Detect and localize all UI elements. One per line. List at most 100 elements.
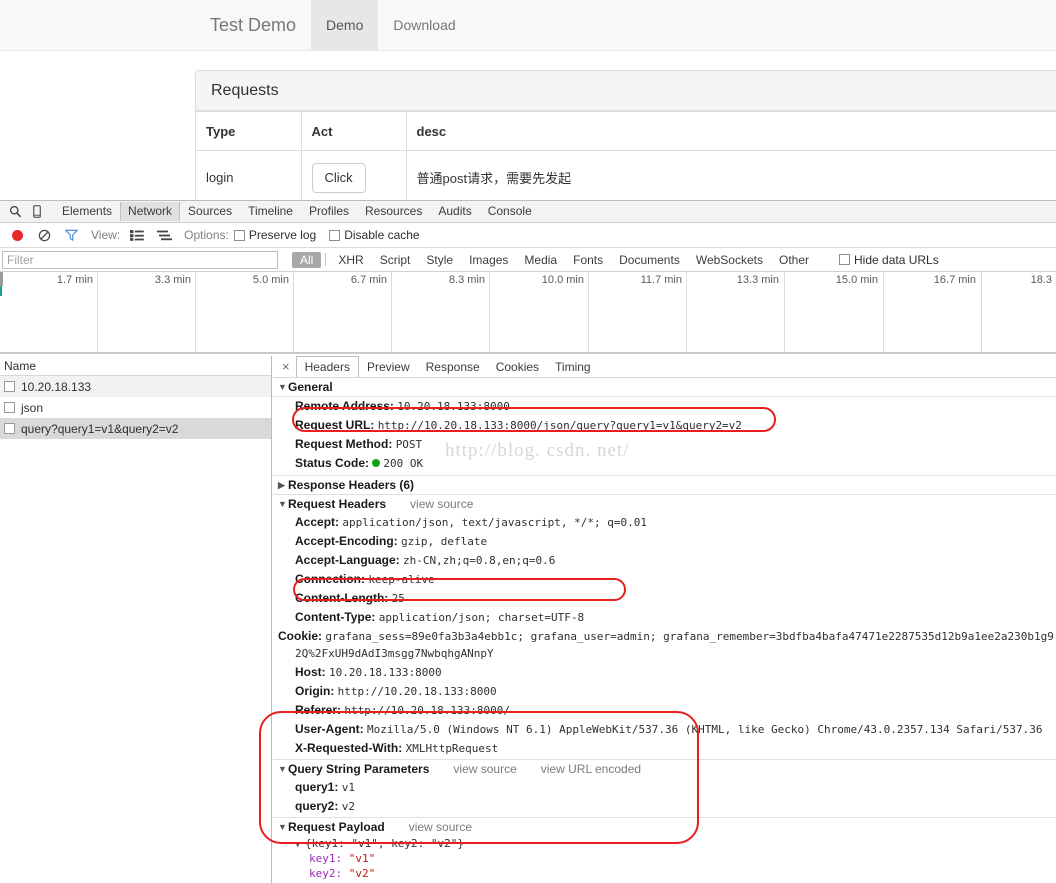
tab-headers[interactable]: Headers	[295, 356, 359, 377]
payload-key: key2:	[309, 867, 343, 880]
type-filter-documents[interactable]: Documents	[611, 252, 688, 268]
view-url-encoded-link[interactable]: view URL encoded	[541, 762, 641, 776]
header-value: grafana_sess=89e0fa3b3a4ebb1c; grafana_u…	[295, 630, 1054, 660]
list-item-selected[interactable]: query?query1=v1&query2=v2	[0, 418, 271, 439]
payload-row-key2: key2: "v2"	[273, 866, 1056, 881]
type-filter-websockets[interactable]: WebSockets	[688, 252, 771, 268]
chevron-down-icon: ▼	[278, 382, 287, 392]
filter-input[interactable]	[2, 250, 278, 269]
tab-resources[interactable]: Resources	[357, 202, 430, 221]
header-row-x-requested-with: X-Requested-With: XMLHttpRequest	[273, 739, 1056, 760]
requests-panel-heading: Requests	[196, 71, 1056, 111]
tab-console[interactable]: Console	[480, 202, 540, 221]
tab-sources[interactable]: Sources	[180, 202, 240, 221]
header-name: Referer:	[295, 703, 342, 717]
type-filter-images[interactable]: Images	[461, 252, 516, 268]
request-detail-pane: × Headers Preview Response Cookies Timin…	[273, 356, 1056, 883]
list-item[interactable]: json	[0, 397, 271, 418]
click-button[interactable]: Click	[311, 162, 366, 193]
site-brand[interactable]: Test Demo	[195, 0, 311, 50]
section-response-headers-title: Response Headers (6)	[288, 478, 415, 492]
tab-audits[interactable]: Audits	[430, 202, 479, 221]
tab-elements[interactable]: Elements	[54, 202, 120, 221]
request-name: 10.20.18.133	[21, 379, 92, 394]
tab-profiles[interactable]: Profiles	[301, 202, 357, 221]
disable-cache-checkbox[interactable]	[329, 229, 341, 241]
preserve-log-option[interactable]: Preserve log	[233, 228, 317, 242]
view-source-link[interactable]: view source	[409, 820, 472, 834]
web-page-content: Test Demo Demo Download Requests Type Ac…	[0, 0, 1056, 200]
section-request-headers[interactable]: ▼ Request Headers view source	[273, 495, 1056, 513]
header-row-status-code: Status Code: 200 OK	[273, 454, 1056, 476]
view-source-link[interactable]: view source	[453, 762, 516, 776]
request-list-header[interactable]: Name	[0, 356, 271, 376]
record-icon[interactable]	[5, 224, 29, 246]
device-toggle-icon[interactable]	[26, 202, 48, 222]
tab-cookies[interactable]: Cookies	[488, 357, 547, 377]
header-value: http://10.20.18.133:8000/json/query?quer…	[377, 419, 742, 432]
param-name: query1:	[295, 780, 339, 794]
header-value: http://10.20.18.133:8000/	[344, 704, 510, 717]
document-icon	[4, 402, 15, 413]
type-filter-fonts[interactable]: Fonts	[565, 252, 611, 268]
payload-value: "v1"	[348, 852, 376, 865]
timeline-event-marker	[0, 286, 2, 296]
timeline-tick-label: 13.3 min	[736, 274, 779, 286]
requests-panel: Requests Type Act desc login Click 普通pos…	[195, 70, 1056, 200]
clear-icon[interactable]	[32, 224, 56, 246]
preserve-log-label: Preserve log	[248, 228, 317, 242]
nav-tab-download[interactable]: Download	[378, 0, 470, 50]
header-row-accept: Accept: application/json, text/javascrip…	[273, 513, 1056, 532]
filter-funnel-icon[interactable]	[59, 224, 83, 246]
type-filter-all[interactable]: All	[292, 251, 322, 268]
hide-data-urls-option[interactable]: Hide data URLs	[839, 253, 939, 267]
header-value: application/json, text/javascript, */*; …	[342, 516, 647, 529]
headers-content: ▼ General Remote Address: 10.20.18.133:8…	[273, 378, 1056, 881]
hide-data-urls-checkbox[interactable]	[839, 254, 850, 265]
type-filter-other[interactable]: Other	[771, 252, 817, 268]
devtools-panel-tabs: Elements Network Sources Timeline Profil…	[54, 202, 540, 221]
list-item[interactable]: 10.20.18.133	[0, 376, 271, 397]
tab-network[interactable]: Network	[120, 202, 181, 221]
disable-cache-option[interactable]: Disable cache	[329, 228, 420, 242]
header-name: X-Requested-With:	[295, 741, 403, 755]
timeline-divider	[97, 272, 98, 353]
section-general[interactable]: ▼ General	[273, 378, 1056, 397]
header-name: Accept-Encoding:	[295, 534, 398, 548]
view-list-icon[interactable]	[125, 224, 149, 246]
type-filter-xhr[interactable]: XHR	[330, 252, 371, 268]
type-filter-style[interactable]: Style	[418, 252, 461, 268]
type-filter-script[interactable]: Script	[372, 252, 419, 268]
timeline-tick-label: 5.0 min	[252, 274, 289, 286]
param-value: v2	[341, 800, 355, 813]
timeline-tick-label: 10.0 min	[541, 274, 584, 286]
section-query-string-parameters[interactable]: ▼ Query String Parameters view source vi…	[273, 760, 1056, 778]
tab-timeline[interactable]: Timeline	[240, 202, 301, 221]
search-icon[interactable]	[4, 202, 26, 222]
preserve-log-checkbox[interactable]	[233, 229, 245, 241]
section-response-headers[interactable]: ▶ Response Headers (6)	[273, 476, 1056, 495]
query-param-row-query1: query1: v1	[273, 778, 1056, 797]
table-header-row: Type Act desc	[196, 111, 1056, 151]
section-request-payload[interactable]: ▼ Request Payload view source	[273, 818, 1056, 836]
payload-row-key1: key1: "v1"	[273, 851, 1056, 866]
view-source-link[interactable]: view source	[410, 497, 473, 511]
header-row-content-type: Content-Type: application/json; charset=…	[273, 608, 1056, 627]
network-timeline-overview[interactable]: 1.7 min 3.3 min 5.0 min 6.7 min 8.3 min …	[0, 272, 1056, 354]
close-icon[interactable]: ×	[276, 359, 296, 374]
chevron-down-icon: ▼	[278, 499, 287, 509]
tab-response[interactable]: Response	[418, 357, 488, 377]
options-label: Options:	[184, 228, 229, 242]
tab-preview[interactable]: Preview	[359, 357, 418, 377]
type-filter-media[interactable]: Media	[516, 252, 565, 268]
header-name: Request URL:	[295, 418, 375, 432]
view-waterfall-icon[interactable]	[152, 224, 176, 246]
nav-tab-demo[interactable]: Demo	[311, 0, 379, 50]
payload-object-summary[interactable]: ▼ {key1: "v1", key2: "v2"}	[273, 836, 1056, 851]
payload-summary-text: {key1: "v1", key2: "v2"}	[305, 837, 464, 850]
payload-value: "v2"	[348, 867, 376, 880]
request-name: json	[21, 400, 44, 415]
timeline-divider	[391, 272, 392, 353]
cell-type: login	[196, 150, 302, 200]
tab-timing[interactable]: Timing	[547, 357, 599, 377]
